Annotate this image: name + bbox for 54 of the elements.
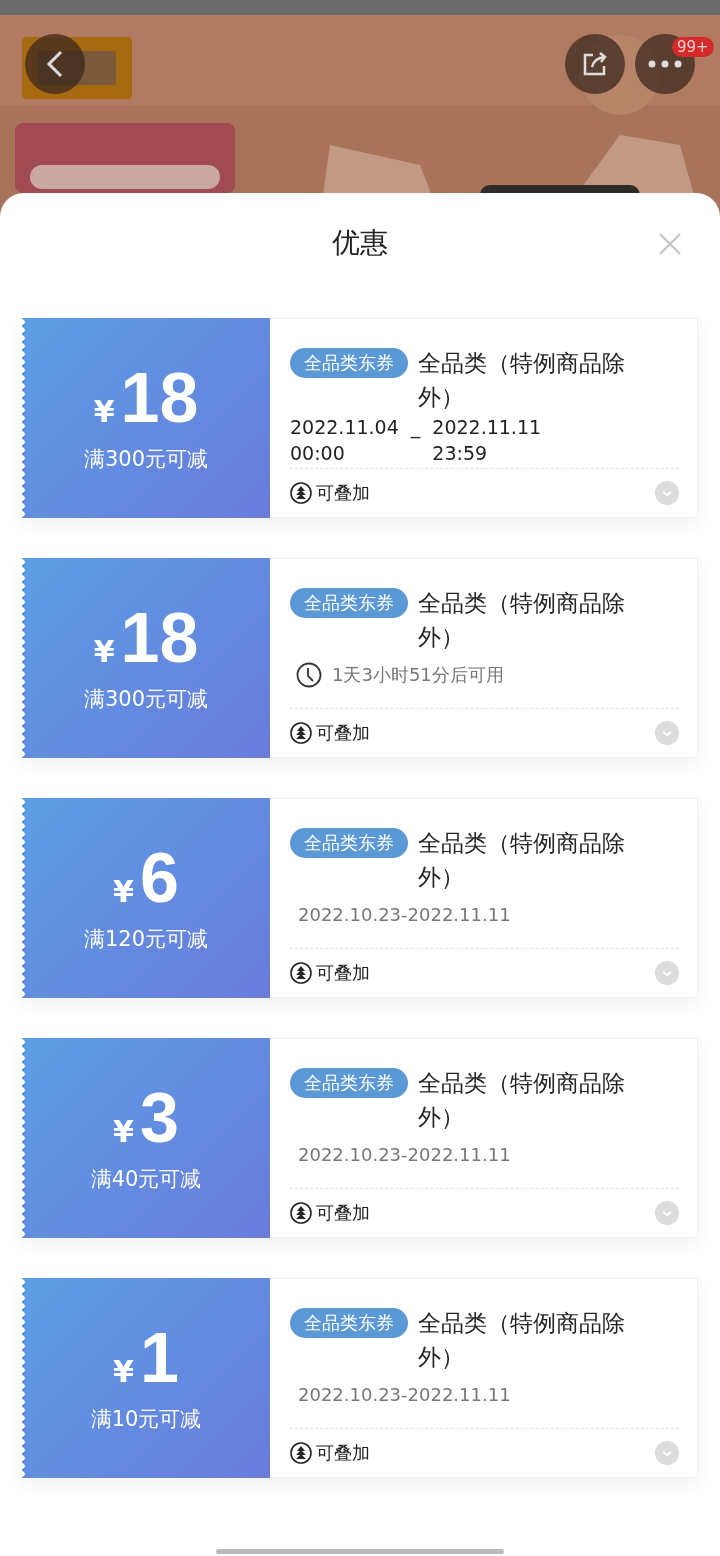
coupon-tag: 全品类东券	[290, 828, 408, 858]
expand-icon[interactable]	[655, 721, 679, 745]
end-time: 23:59	[432, 441, 489, 466]
coupon-title: 全品类（特例商品除外）	[418, 1309, 626, 1372]
coupon-title: 全品类（特例商品除外）	[418, 1069, 626, 1132]
coupon-title: 全品类（特例商品除外）	[418, 589, 626, 652]
coupon-condition: 满300元可减	[83, 446, 209, 473]
stackable-label: 可叠加	[316, 721, 370, 745]
stackable-label: 可叠加	[316, 961, 370, 985]
validity-dates: 2022.10.23-2022.11.11	[298, 1144, 511, 1165]
expand-icon[interactable]	[655, 481, 679, 505]
coupon-amount: 1	[139, 1323, 179, 1393]
expand-icon[interactable]	[655, 1201, 679, 1225]
expand-icon[interactable]	[655, 1441, 679, 1465]
coupon-title: 全品类（特例商品除外）	[418, 829, 626, 892]
coupon-condition: 满40元可减	[90, 1166, 202, 1193]
currency-symbol: ¥	[93, 394, 115, 429]
validity-dates: 2022.10.23-2022.11.11	[298, 1384, 511, 1405]
date-separator: _	[410, 415, 421, 440]
sheet-title: 优惠	[332, 225, 388, 261]
stack-icon	[290, 962, 312, 984]
coupon-amount: 6	[139, 843, 179, 913]
clock-icon	[296, 662, 322, 688]
coupon-tag: 全品类东券	[290, 348, 408, 378]
coupon-tag: 全品类东券	[290, 1068, 408, 1098]
validity-dates: 2022.10.23-2022.11.11	[298, 904, 511, 925]
coupon-condition: 满120元可减	[83, 926, 209, 953]
start-time: 00:00	[290, 441, 346, 466]
expand-icon[interactable]	[655, 961, 679, 985]
stack-icon	[290, 482, 312, 504]
coupon-amount: 3	[139, 1083, 179, 1153]
currency-symbol: ¥	[113, 874, 134, 909]
close-icon[interactable]	[658, 232, 682, 256]
stackable-label: 可叠加	[316, 481, 370, 505]
more-icon	[648, 60, 682, 68]
stackable-label: 可叠加	[316, 1441, 370, 1465]
coupon-title: 全品类（特例商品除外）	[418, 349, 626, 412]
coupon-condition: 满10元可减	[90, 1406, 202, 1433]
currency-symbol: ¥	[93, 634, 115, 669]
currency-symbol: ¥	[113, 1354, 134, 1389]
coupon-amount: 18	[120, 603, 199, 673]
notification-badge: 99+	[672, 37, 714, 57]
coupon-tag: 全品类东券	[290, 1308, 408, 1338]
coupon-tag: 全品类东券	[290, 588, 408, 618]
stack-icon	[290, 1202, 312, 1224]
countdown-text: 1天3小时51分后可用	[332, 663, 504, 687]
stack-icon	[290, 722, 312, 744]
end-date: 2022.11.11	[432, 415, 542, 440]
stackable-label: 可叠加	[316, 1201, 370, 1225]
currency-symbol: ¥	[113, 1114, 134, 1149]
stack-icon	[290, 1442, 312, 1464]
coupon-amount: 18	[120, 363, 199, 433]
coupon-condition: 满300元可减	[83, 686, 209, 713]
start-date: 2022.11.04	[290, 415, 399, 440]
